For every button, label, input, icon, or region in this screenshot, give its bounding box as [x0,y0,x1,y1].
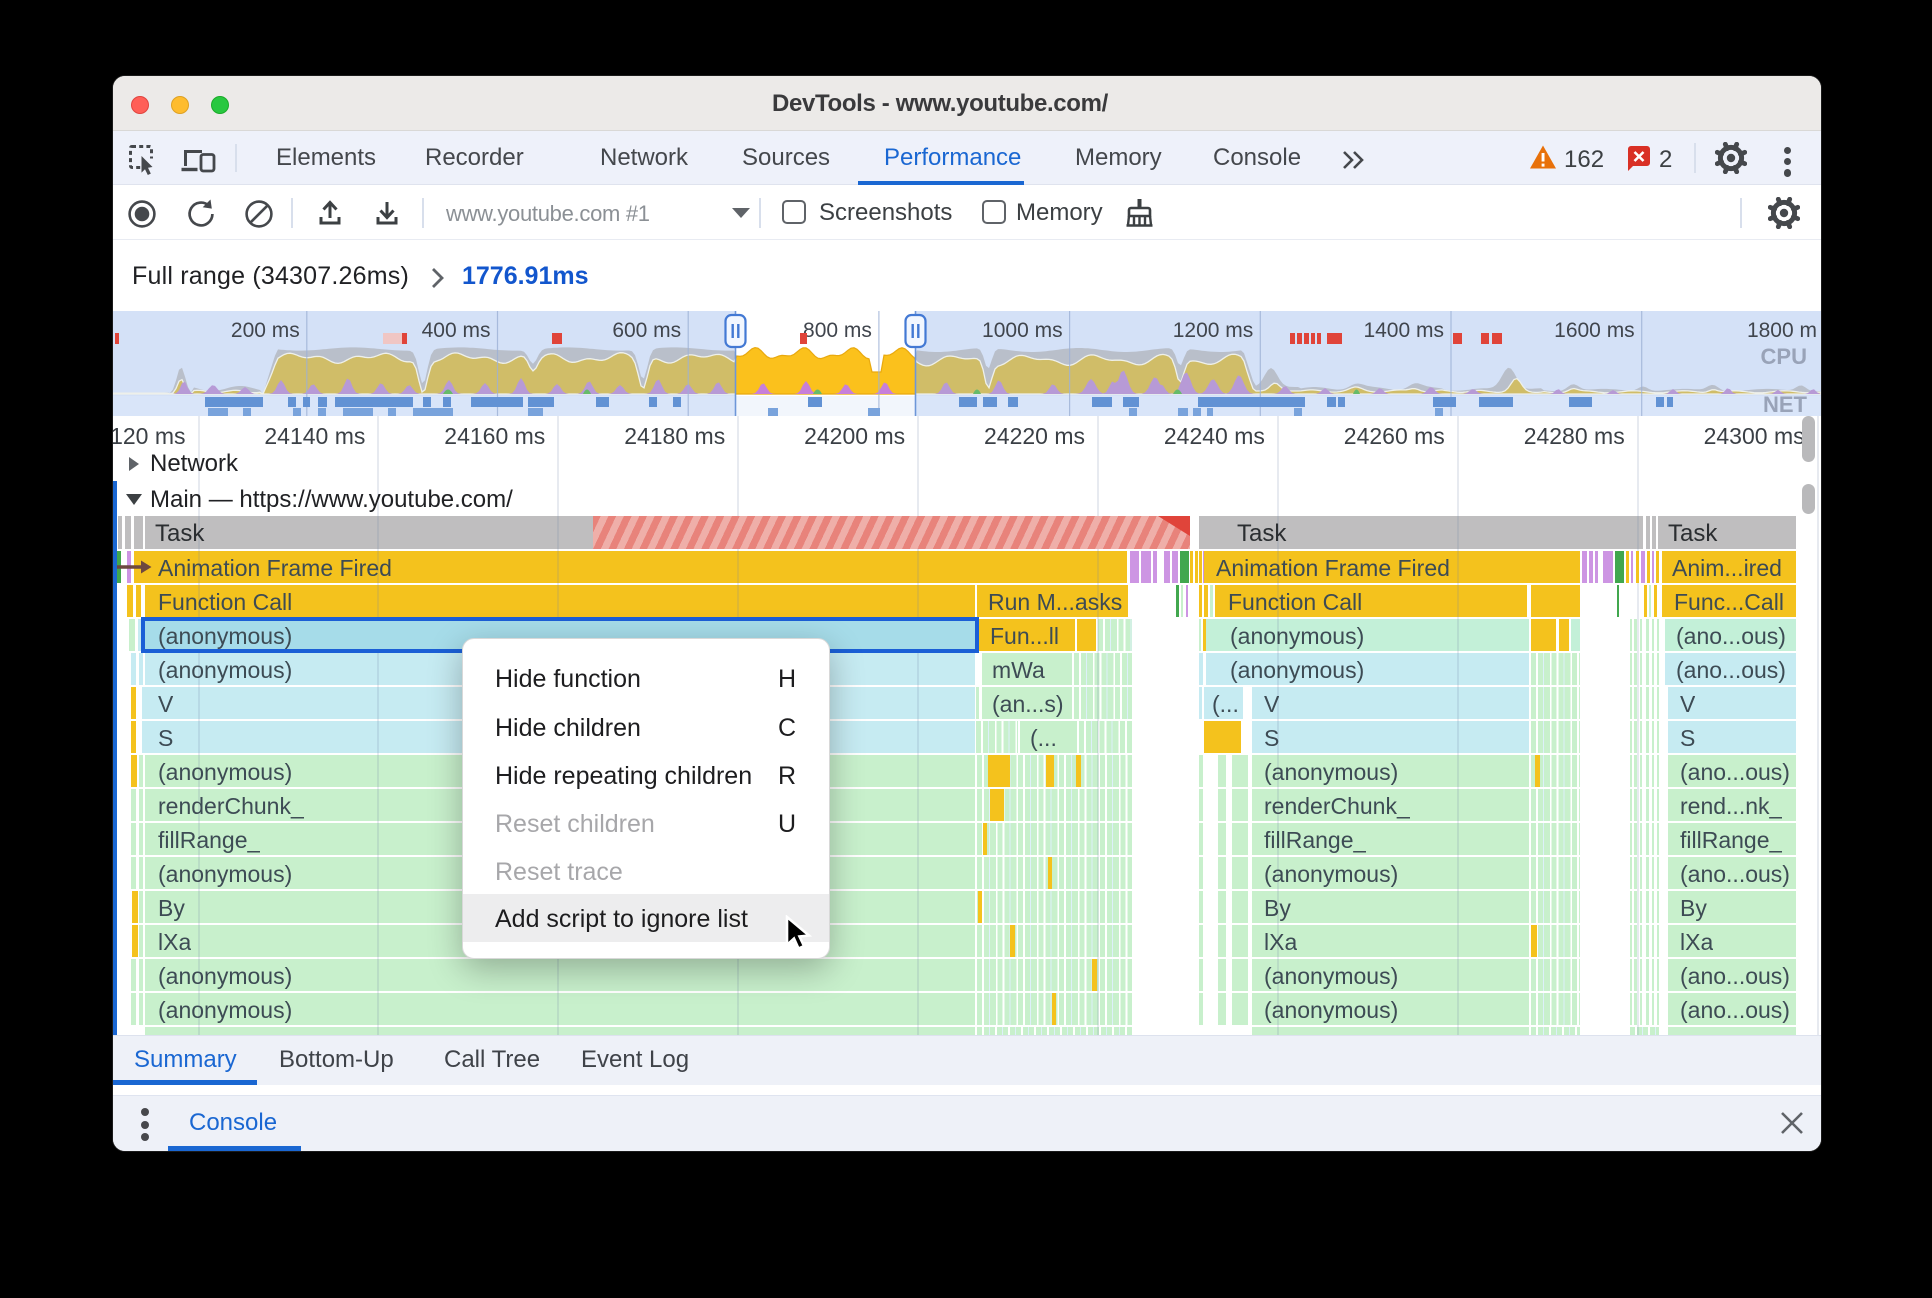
svg-text:1400 ms: 1400 ms [1363,319,1444,342]
svg-text:200 ms: 200 ms [231,319,300,342]
svg-text:NET: NET [1763,392,1808,416]
svg-text:CPU: CPU [1761,344,1807,369]
svg-text:1600 ms: 1600 ms [1554,319,1635,342]
svg-text:800 ms: 800 ms [803,319,872,342]
svg-text:600 ms: 600 ms [612,319,681,342]
svg-text:1000 ms: 1000 ms [982,319,1063,342]
svg-text:1800 m: 1800 m [1747,319,1817,342]
svg-text:1200 ms: 1200 ms [1173,319,1254,342]
svg-text:400 ms: 400 ms [422,319,491,342]
